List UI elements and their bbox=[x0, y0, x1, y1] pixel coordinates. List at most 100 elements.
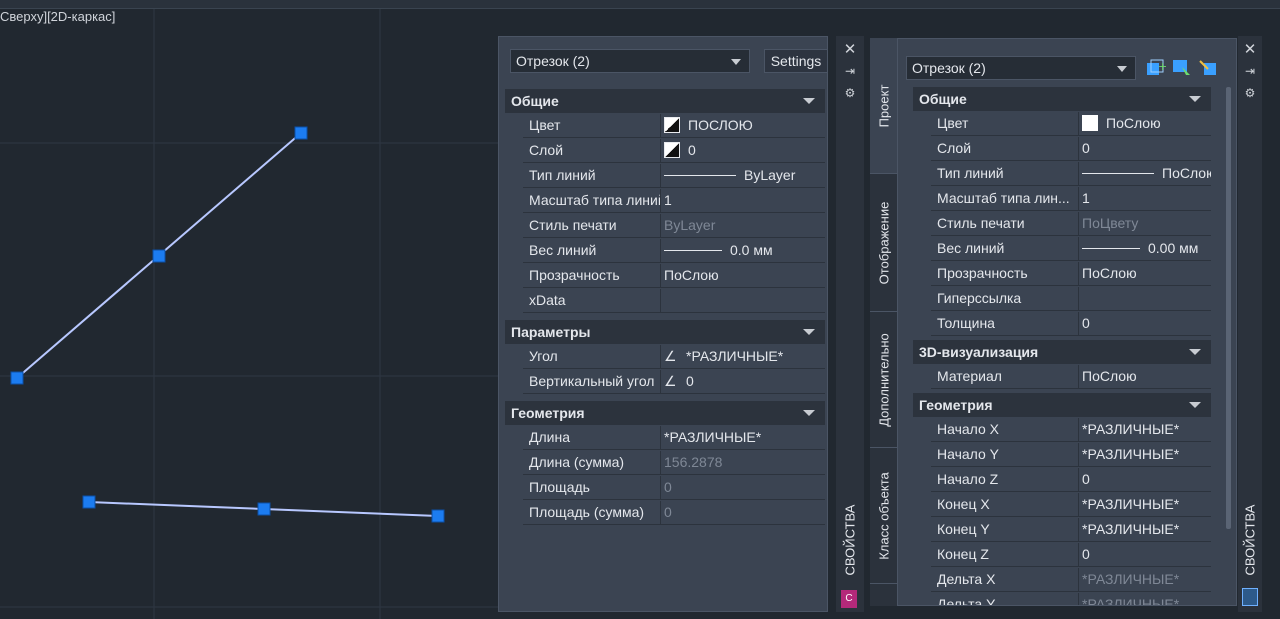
property-value-text: ПоЦвету bbox=[1082, 215, 1139, 231]
property-value[interactable]: 0 bbox=[1079, 312, 1211, 336]
tab-project[interactable]: Проект bbox=[870, 38, 897, 174]
property-label: Длина (сумма) bbox=[523, 451, 661, 475]
property-row[interactable]: Гиперссылка bbox=[931, 287, 1211, 311]
property-row[interactable]: Начало X *РАЗЛИЧНЫЕ* bbox=[931, 418, 1211, 442]
grip-point[interactable] bbox=[10, 371, 24, 385]
property-row[interactable]: Стиль печати ПоЦвету bbox=[931, 212, 1211, 236]
property-row[interactable]: Цвет ПоСлою bbox=[931, 112, 1211, 136]
grip-point[interactable] bbox=[431, 509, 445, 523]
property-value[interactable]: *РАЗЛИЧНЫЕ* bbox=[1079, 443, 1211, 467]
property-value[interactable]: 0 bbox=[1079, 543, 1211, 567]
property-value[interactable]: ПОСЛОЮ bbox=[661, 114, 825, 138]
grip-point[interactable] bbox=[152, 249, 166, 263]
object-selector[interactable]: Отрезок (2) bbox=[906, 56, 1136, 80]
property-label: Дельта Y bbox=[931, 593, 1079, 605]
property-value[interactable]: ∠ *РАЗЛИЧНЫЕ* bbox=[661, 345, 825, 369]
property-row[interactable]: xData bbox=[523, 289, 825, 313]
property-row[interactable]: Дельта X *РАЗЛИЧНЫЕ* bbox=[931, 568, 1211, 592]
property-value[interactable]: *РАЗЛИЧНЫЕ* bbox=[1079, 518, 1211, 542]
property-row[interactable]: Начало Z0 bbox=[931, 468, 1211, 492]
property-row[interactable]: Площадь 0 bbox=[523, 476, 825, 500]
property-value[interactable]: 1 bbox=[1079, 187, 1211, 211]
section-header[interactable]: Общие bbox=[505, 89, 825, 113]
property-row[interactable]: Масштаб типа лин... 1 bbox=[931, 187, 1211, 211]
close-icon[interactable]: ✕ bbox=[1243, 40, 1257, 58]
property-row[interactable]: Вес линий 0.00 мм bbox=[931, 237, 1211, 261]
property-row[interactable]: Масштаб типа линий 1 bbox=[523, 189, 825, 213]
property-value[interactable]: 0.0 мм bbox=[661, 239, 825, 263]
settings-button[interactable]: Settings bbox=[764, 49, 828, 73]
property-value[interactable]: ByLayer bbox=[661, 214, 825, 238]
property-row[interactable]: Слой 0 bbox=[931, 137, 1211, 161]
property-value[interactable]: ПоСлою bbox=[1079, 162, 1211, 186]
property-value[interactable]: *РАЗЛИЧНЫЕ* bbox=[661, 426, 825, 450]
property-value[interactable]: *РАЗЛИЧНЫЕ* bbox=[1079, 493, 1211, 517]
tab-display[interactable]: Отображение bbox=[870, 174, 897, 312]
property-value[interactable] bbox=[661, 289, 825, 313]
object-selector[interactable]: Отрезок (2) bbox=[510, 49, 750, 73]
select-objects-icon[interactable] bbox=[1172, 59, 1192, 77]
property-value[interactable]: 0 bbox=[1079, 137, 1211, 161]
property-row[interactable]: Дельта Y *РАЗЛИЧНЫЕ* bbox=[931, 593, 1211, 605]
quick-properties-icon[interactable] bbox=[1242, 588, 1258, 606]
property-row[interactable]: Вес линий 0.0 мм bbox=[523, 239, 825, 263]
property-value[interactable]: ByLayer bbox=[661, 164, 825, 188]
property-value[interactable]: ПоЦвету bbox=[1079, 212, 1211, 236]
property-value[interactable]: 0 bbox=[661, 476, 825, 500]
property-row[interactable]: Стиль печати ByLayer bbox=[523, 214, 825, 238]
property-row[interactable]: Толщина 0 bbox=[931, 312, 1211, 336]
close-icon[interactable]: ✕ bbox=[843, 40, 857, 58]
property-row[interactable]: Материал ПоСлою bbox=[931, 365, 1211, 389]
section-header[interactable]: Параметры bbox=[505, 320, 825, 344]
property-value[interactable]: 0 bbox=[661, 501, 825, 525]
property-row[interactable]: Площадь (сумма) 0 bbox=[523, 501, 825, 525]
gear-icon[interactable]: ⚙ bbox=[1243, 86, 1257, 100]
property-row[interactable]: Слой 0 bbox=[523, 139, 825, 163]
property-value[interactable]: ПоСлою bbox=[1079, 112, 1211, 136]
property-grid: Общие Цвет ПОСЛОЮ Слой 0 Тип линий ByLayer Масш… bbox=[505, 89, 825, 609]
grip-point[interactable] bbox=[294, 126, 308, 140]
property-row[interactable]: Прозрачность ПоСлою bbox=[523, 264, 825, 288]
quick-select-icon[interactable]: + bbox=[1146, 59, 1167, 77]
property-value[interactable]: 1 bbox=[661, 189, 825, 213]
property-row[interactable]: Тип линий ByLayer bbox=[523, 164, 825, 188]
auto-hide-icon[interactable]: ⇥ bbox=[1243, 64, 1257, 78]
tab-object-class[interactable]: Класс объекта bbox=[870, 448, 897, 584]
property-value[interactable]: 0 bbox=[1079, 468, 1211, 492]
property-row[interactable]: Конец X *РАЗЛИЧНЫЕ* bbox=[931, 493, 1211, 517]
section-header[interactable]: 3D-визуализация bbox=[913, 340, 1211, 364]
property-row[interactable]: Длина *РАЗЛИЧНЫЕ* bbox=[523, 426, 825, 450]
palette-side-strip-right: ✕ ⇥ ⚙ СВОЙСТВА bbox=[1238, 36, 1262, 612]
property-row[interactable]: Тип линий ПоСлою bbox=[931, 162, 1211, 186]
auto-hide-icon[interactable]: ⇥ bbox=[843, 64, 857, 78]
property-value[interactable]: ПоСлою bbox=[1079, 262, 1211, 286]
section-header[interactable]: Геометрия bbox=[505, 401, 825, 425]
scrollbar-thumb[interactable] bbox=[1226, 87, 1231, 529]
property-value[interactable]: 156.2878 bbox=[661, 451, 825, 475]
property-value[interactable]: 0.00 мм bbox=[1079, 237, 1211, 261]
grip-point[interactable] bbox=[82, 495, 96, 509]
property-value[interactable]: ПоСлою bbox=[661, 264, 825, 288]
property-value[interactable]: 0 bbox=[661, 139, 825, 163]
property-row[interactable]: Вертикальный угол ∠ 0 bbox=[523, 370, 825, 394]
property-value[interactable] bbox=[1079, 287, 1211, 311]
property-row[interactable]: Цвет ПОСЛОЮ bbox=[523, 114, 825, 138]
property-value[interactable]: ∠ 0 bbox=[661, 370, 825, 394]
section-header[interactable]: Общие bbox=[913, 87, 1211, 111]
gear-icon[interactable]: ⚙ bbox=[843, 86, 857, 100]
property-row[interactable]: Конец Z0 bbox=[931, 543, 1211, 567]
viewport-view-label[interactable]: Сверху][2D-каркас] bbox=[0, 9, 115, 24]
pickadd-toggle-icon[interactable] bbox=[1198, 59, 1218, 77]
property-row[interactable]: Прозрачность ПоСлою bbox=[931, 262, 1211, 286]
grip-point[interactable] bbox=[257, 502, 271, 516]
property-row[interactable]: Угол ∠ *РАЗЛИЧНЫЕ* bbox=[523, 345, 825, 369]
property-row[interactable]: Конец Y *РАЗЛИЧНЫЕ* bbox=[931, 518, 1211, 542]
property-value[interactable]: *РАЗЛИЧНЫЕ* bbox=[1079, 593, 1211, 605]
tab-extra[interactable]: Дополнительно bbox=[870, 312, 897, 448]
property-value[interactable]: *РАЗЛИЧНЫЕ* bbox=[1079, 418, 1211, 442]
property-row[interactable]: Начало Y *РАЗЛИЧНЫЕ* bbox=[931, 443, 1211, 467]
section-header[interactable]: Геометрия bbox=[913, 393, 1211, 417]
property-row[interactable]: Длина (сумма) 156.2878 bbox=[523, 451, 825, 475]
property-value[interactable]: *РАЗЛИЧНЫЕ* bbox=[1079, 568, 1211, 592]
property-value[interactable]: ПоСлою bbox=[1079, 365, 1211, 389]
